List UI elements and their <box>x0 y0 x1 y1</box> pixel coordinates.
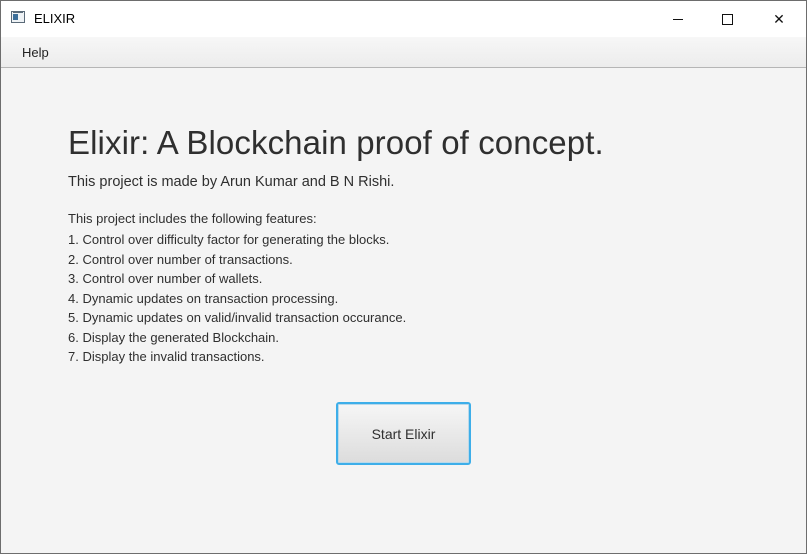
start-elixir-button[interactable]: Start Elixir <box>336 402 471 465</box>
feature-item: 3. Control over number of wallets. <box>68 271 263 286</box>
maximize-icon <box>721 13 733 25</box>
features-list: 1. Control over difficulty factor for ge… <box>68 230 406 367</box>
minimize-button[interactable] <box>655 1 701 37</box>
feature-item: 2. Control over number of transactions. <box>68 251 293 267</box>
feature-item: 5. Dynamic updates on valid/invalid tran… <box>68 310 407 325</box>
minimize-icon <box>673 18 683 20</box>
main-content: Elixir: A Blockchain proof of concept. T… <box>1 68 806 553</box>
feature-item: 1. Control over difficulty factor for ge… <box>68 232 390 247</box>
menu-help[interactable]: Help <box>13 42 58 63</box>
page-title: Elixir: A Blockchain proof of concept. <box>68 124 604 161</box>
window-title: ELIXIR <box>34 11 76 26</box>
app-window-icon <box>11 11 25 23</box>
features-intro: This project includes the following feat… <box>68 211 317 226</box>
title-bar[interactable]: ELIXIR ✕ <box>1 1 806 37</box>
close-button[interactable]: ✕ <box>756 1 802 37</box>
maximize-button[interactable] <box>704 1 750 37</box>
feature-item: 7. Display the invalid transactions. <box>68 349 265 364</box>
close-icon: ✕ <box>773 10 785 27</box>
menu-bar: Help <box>1 37 806 68</box>
app-window: ELIXIR ✕ Help Elixir: A Blockchain proof… <box>0 0 807 554</box>
authors-text: This project is made by Arun Kumar and B… <box>68 174 395 190</box>
feature-item: 4. Dynamic updates on transaction proces… <box>68 290 339 306</box>
feature-item: 6. Display the generated Blockchain. <box>68 329 280 345</box>
